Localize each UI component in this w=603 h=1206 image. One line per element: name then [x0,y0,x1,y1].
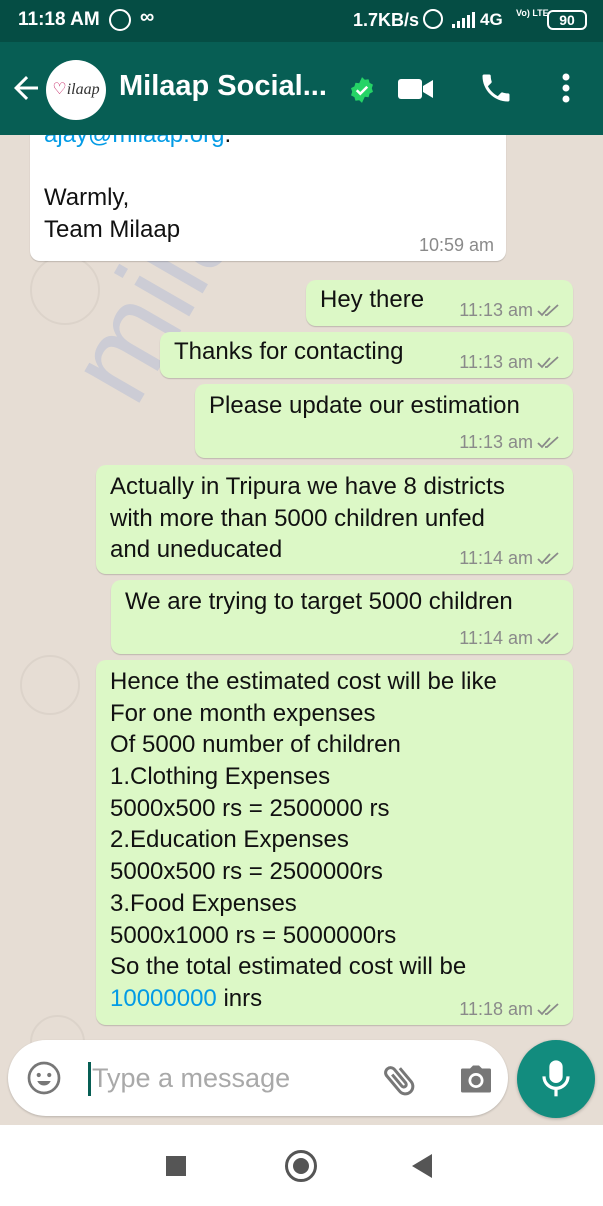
wallpaper-doodle [20,655,80,715]
back-icon[interactable] [412,1154,432,1178]
message-line: 5000x500 rs = 2500000rs [110,858,383,886]
read-ticks-icon [537,356,559,369]
outgoing-message-bubble[interactable]: Please update our estimation 11:13 am [195,384,573,458]
network-type: 4G [480,10,503,29]
message-text: Hence the estimated cost will be like For… [110,666,497,1015]
message-meta: 11:13 am [459,300,561,320]
message-line: We are trying to target 5000 children [125,588,513,615]
message-line: Thanks for contacting [174,338,404,365]
recents-icon[interactable] [166,1156,186,1176]
wallpaper-doodle [30,255,100,325]
system-nav-bar [0,1126,603,1206]
message-timestamp: 11:14 am [459,628,533,648]
text-cursor [88,1062,91,1096]
message-line: Warmly, [44,184,130,212]
network-speed: 1.7KB/s [353,10,420,30]
message-line: Team Milaap [44,216,181,244]
incoming-message-bubble[interactable]: ajay@milaap.org. Warmly, Team Milaap 10:59 … [30,135,506,261]
message-line: with more than 5000 children unfed [110,504,485,532]
phone-icon[interactable] [478,70,514,106]
message-meta: 11:14 am [459,628,561,648]
message-composer [8,1040,508,1116]
mic-button[interactable] [517,1040,595,1118]
status-time: 11:18 AM [18,9,100,30]
message-line: Of 5000 number of children [110,731,401,759]
message-line: Hence the estimated cost will be like [110,668,497,695]
attach-icon[interactable] [380,1060,420,1100]
emoji-icon[interactable] [26,1060,62,1096]
message-line: For one month expenses [110,699,376,727]
message-input[interactable] [92,1056,352,1100]
message-line: 5000x500 rs = 2500000 rs [110,794,390,822]
number-link[interactable]: 10000000 [110,985,217,1012]
message-line: Hey there [320,286,425,313]
message-text: We are trying to target 5000 children [125,586,513,618]
read-ticks-icon [537,304,559,317]
back-arrow-icon[interactable] [8,70,44,106]
message-line: 2.Education Expenses [110,826,349,854]
more-vert-icon[interactable] [555,70,577,106]
read-ticks-icon [537,632,559,645]
read-ticks-icon [537,436,559,449]
message-line: 5000x1000 rs = 5000000rs [110,921,397,949]
message-meta: 11:13 am [459,352,561,372]
message-line: 10000000 inrs [110,983,497,1015]
outgoing-message-bubble[interactable]: Actually in Tripura we have 8 districts w… [96,465,573,574]
message-text: Actually in Tripura we have 8 districts w… [110,471,505,566]
loop-notification-icon: ∞ [140,6,155,28]
outgoing-message-bubble[interactable]: Hence the estimated cost will be like For… [96,660,573,1025]
chat-header: ♡ilaap Milaap Social... [0,42,603,135]
message-line: Actually in Tripura we have 8 districts [110,473,505,500]
read-ticks-icon [537,1003,559,1016]
message-line: So the total estimated cost will be [110,953,467,981]
verified-icon [351,77,373,103]
signal-icon [452,12,475,28]
volte-indicator: Vo) LTE [516,8,549,18]
message-meta: 11:14 am [459,548,561,568]
outgoing-message-bubble[interactable]: Thanks for contacting 11:13 am [160,332,573,378]
status-bar: 11:18 AM ∞ 1.7KB/s 4G Vo) LTE 90 [0,0,603,42]
message-meta: 11:13 am [459,432,561,452]
contact-avatar[interactable]: ♡ilaap [46,60,106,120]
message-text: Thanks for contacting [174,336,403,368]
message-line: 3.Food Expenses [110,889,297,917]
mic-icon [542,1060,570,1097]
message-timestamp: 11:13 am [459,300,533,320]
outgoing-message-bubble[interactable]: Hey there 11:13 am [306,280,573,326]
outgoing-message-bubble[interactable]: We are trying to target 5000 children 11:… [111,580,573,654]
message-timestamp: 11:18 am [459,999,533,1019]
message-line: and uneducated [110,536,283,564]
message-meta: 11:18 am [459,999,561,1019]
contact-name[interactable]: Milaap Social... [119,70,327,103]
camera-icon[interactable] [458,1062,494,1096]
message-line [44,151,231,183]
message-timestamp: 11:13 am [459,352,533,372]
milaap-logo-text: ilaap [66,81,100,98]
message-timestamp: 10:59 am [418,235,494,255]
home-icon[interactable] [285,1150,317,1182]
whatsapp-notification-icon [109,9,131,31]
video-call-icon[interactable] [396,74,436,104]
message-line-text: . [224,135,231,148]
message-timestamp: 11:14 am [459,548,533,568]
message-line-text: inrs [216,984,263,1012]
message-meta: 10:59 am [419,235,494,255]
message-text: Hey there [320,284,424,316]
message-timestamp: 11:13 am [459,432,533,452]
email-link[interactable]: ajay@milaap.org [44,135,224,148]
read-ticks-icon [537,552,559,565]
message-text: ajay@milaap.org. Warmly, Team Milaap [44,135,231,246]
milaap-logo-heart: ♡ [52,81,67,98]
message-line: 1.Clothing Expenses [110,763,331,791]
alarm-icon [423,9,443,29]
chat-area[interactable]: milaap.org(MI1133713) ajay@milaap.org.Wa… [0,135,603,1125]
message-text: Please update our estimation [209,390,520,422]
message-line: Please update our estimation [209,392,520,419]
battery-indicator: 90 [547,10,587,30]
message-line: ajay@milaap.org. [44,135,231,151]
